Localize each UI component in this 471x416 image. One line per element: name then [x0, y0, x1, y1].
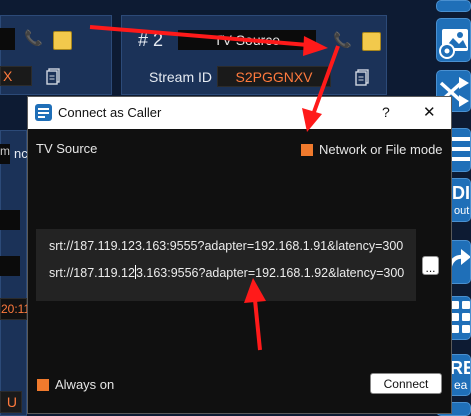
left-status-indicator[interactable]	[53, 31, 72, 50]
more-button[interactable]: ...	[422, 256, 439, 275]
dialog-titlebar[interactable]: Connect as Caller ? ✕	[28, 97, 451, 129]
copy-icon[interactable]	[355, 69, 370, 86]
copy-icon[interactable]	[46, 68, 61, 85]
always-on-checkbox[interactable]	[37, 379, 49, 391]
url-textarea[interactable]: srt://187.119.123.163:9555?adapter=192.1…	[36, 229, 416, 301]
left-dark-field: m	[0, 144, 10, 164]
url-line-1: srt://187.119.123.163:9555?adapter=192.1…	[49, 239, 404, 253]
source-label: TV Source	[36, 141, 98, 156]
stream-id-field: S2PGGNXV	[217, 66, 331, 87]
left-dark-field	[0, 256, 20, 276]
phone-icon[interactable]: 📞	[24, 29, 43, 47]
channel-number: # 2	[138, 30, 164, 50]
connect-as-caller-dialog: Connect as Caller ? ✕ TV Source Network …	[27, 96, 452, 414]
phone-icon[interactable]: 📞	[333, 31, 352, 49]
url-line-2: srt://187.119.123.163:9556?adapter=192.1…	[49, 265, 405, 280]
help-button[interactable]: ?	[382, 104, 390, 120]
connect-button[interactable]: Connect	[370, 373, 442, 394]
network-mode-label: Network or File mode	[319, 142, 443, 157]
channel-name-field[interactable]: TV Source	[178, 30, 316, 50]
picture-icon	[439, 29, 468, 59]
left-nc-text: nc	[14, 146, 28, 161]
channel-status-indicator[interactable]	[362, 32, 381, 51]
dialog-content: TV Source Network or File mode srt://187…	[28, 129, 451, 413]
dialog-title: Connect as Caller	[58, 105, 162, 120]
left-dark-field	[0, 210, 20, 230]
left-name-field[interactable]	[0, 28, 15, 50]
left-stream-id-field: X	[0, 66, 32, 86]
close-button[interactable]: ✕	[423, 103, 436, 121]
preview-tile[interactable]	[436, 0, 471, 12]
app-icon	[35, 104, 52, 121]
stream-id-label: Stream ID	[149, 69, 213, 85]
left-u-field: U	[0, 391, 22, 413]
image-preview-tile[interactable]	[436, 18, 471, 62]
always-on-label: Always on	[55, 377, 115, 392]
network-mode-checkbox[interactable]	[301, 144, 313, 156]
left-time-field: 20:11	[0, 298, 30, 320]
